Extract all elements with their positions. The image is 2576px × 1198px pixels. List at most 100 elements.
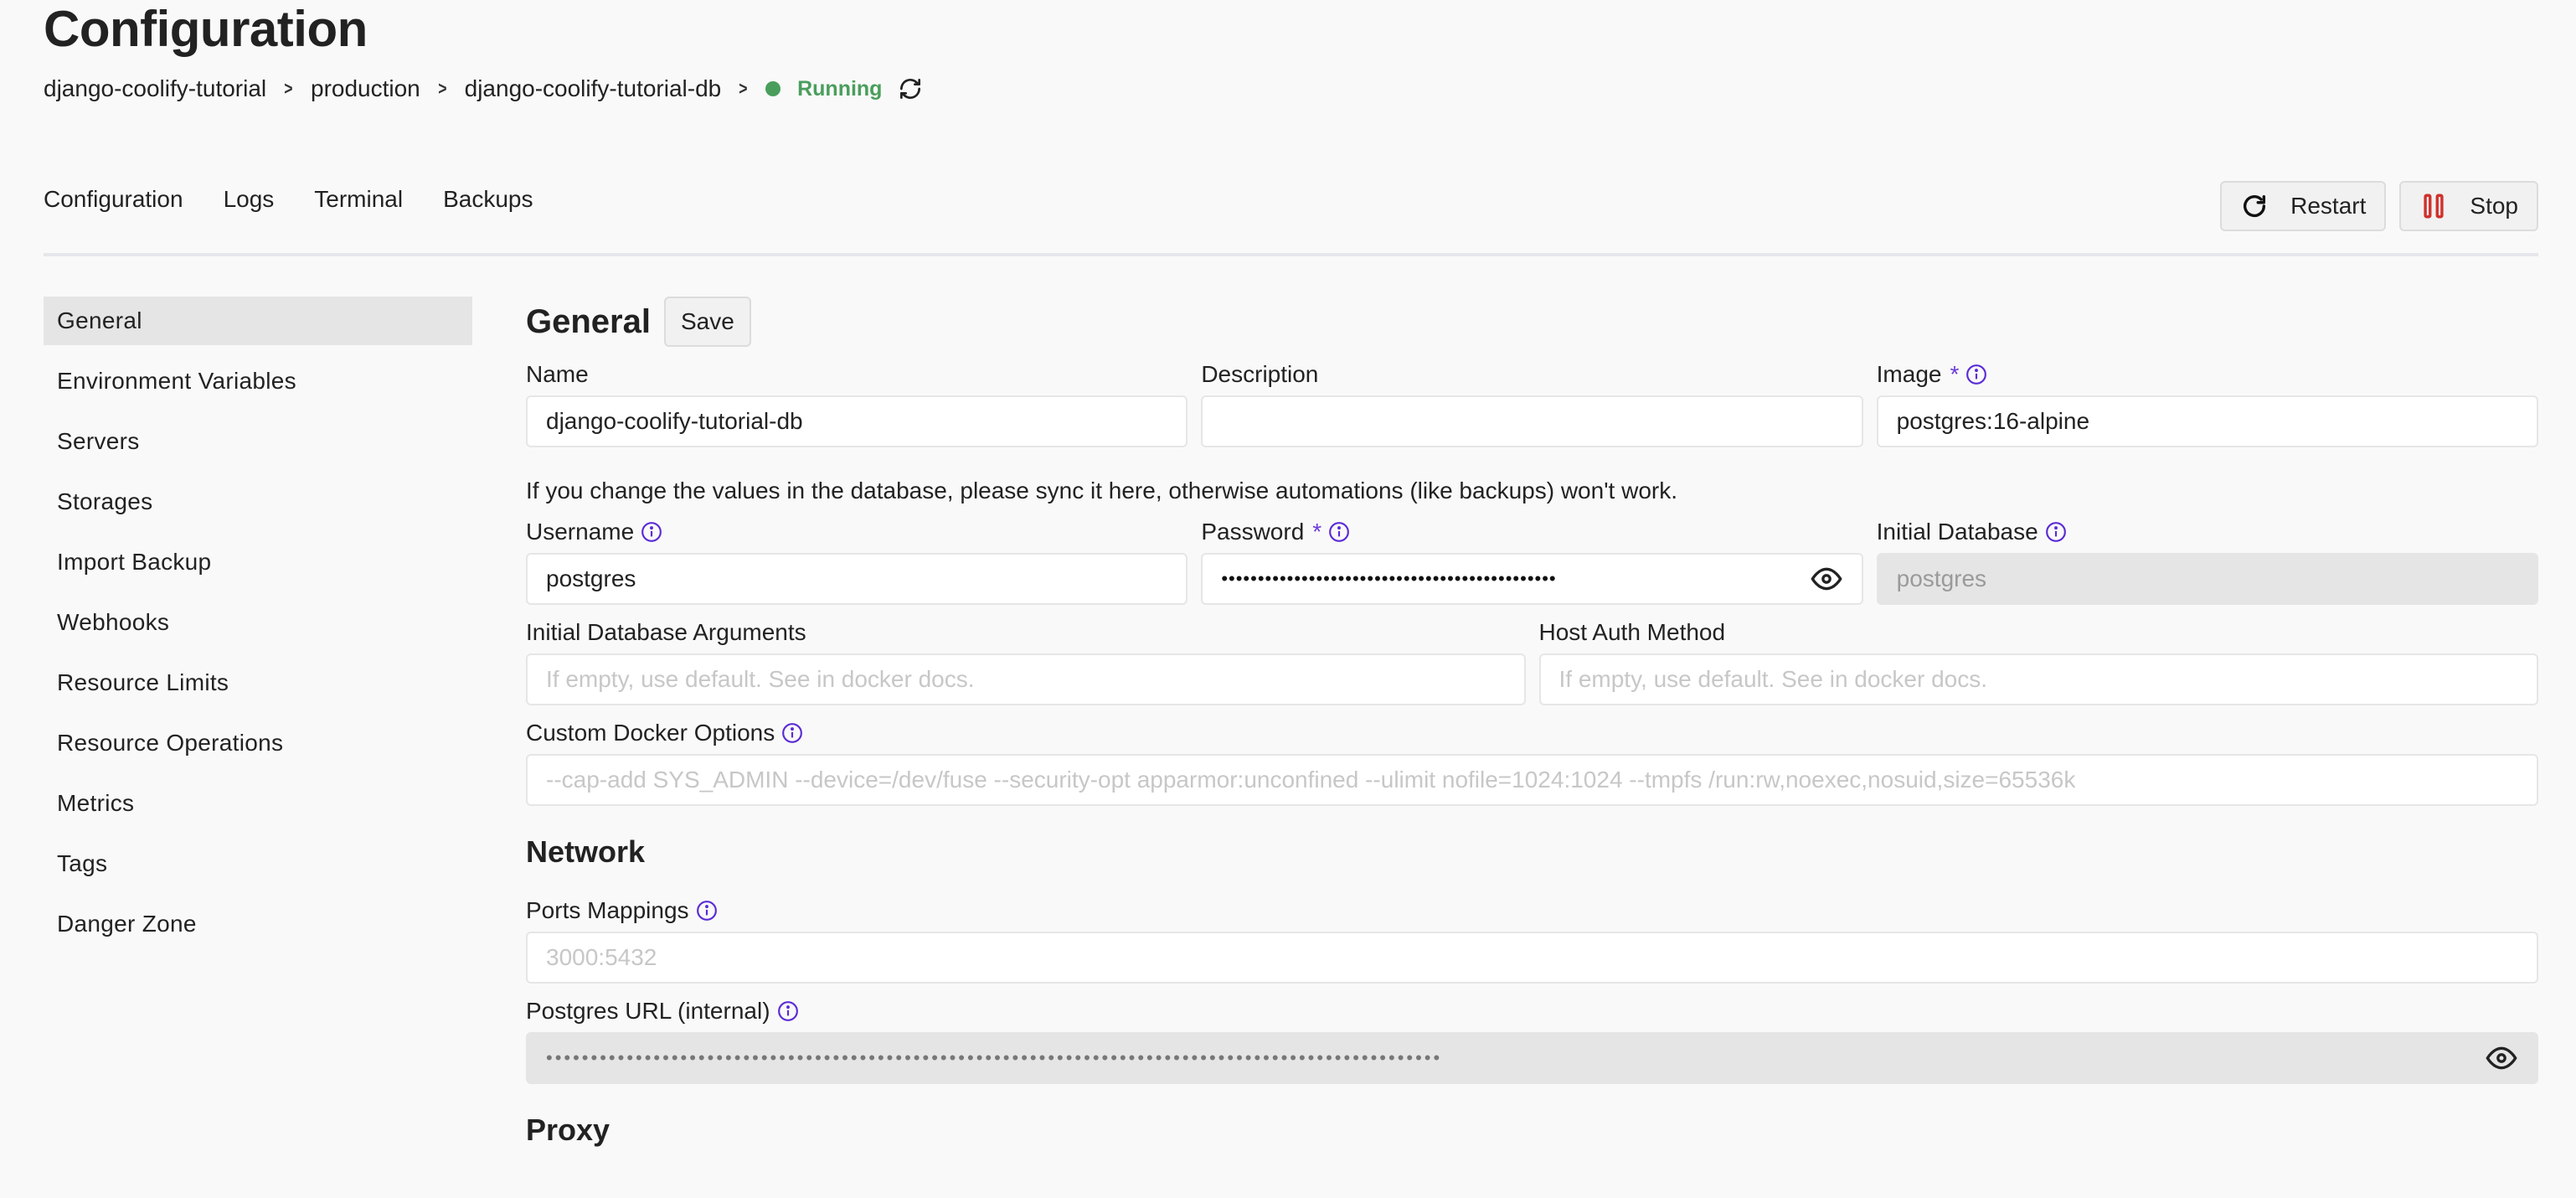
- info-icon[interactable]: [641, 521, 662, 543]
- sidebar-item-servers[interactable]: Servers: [44, 417, 472, 466]
- name-input[interactable]: django-coolify-tutorial-db: [526, 395, 1188, 447]
- restart-icon: [2240, 192, 2269, 220]
- info-icon[interactable]: [2045, 521, 2067, 543]
- chevron-right-icon: >: [739, 78, 748, 99]
- initial-database-label: Initial Database: [1877, 516, 2538, 548]
- required-marker: *: [1312, 519, 1322, 545]
- status-badge: Running: [797, 76, 883, 101]
- resource-actions: Restart Stop: [2220, 181, 2538, 231]
- postgres-url-label-text: Postgres URL (internal): [526, 998, 770, 1024]
- custom-docker-options-input[interactable]: --cap-add SYS_ADMIN --device=/dev/fuse -…: [526, 754, 2538, 806]
- password-label: Password *: [1201, 516, 1862, 548]
- initial-database-label-text: Initial Database: [1876, 519, 2038, 545]
- info-icon[interactable]: [1965, 364, 1987, 385]
- stop-button[interactable]: Stop: [2399, 181, 2538, 231]
- sidebar-item-environment-variables[interactable]: Environment Variables: [44, 357, 472, 405]
- host-auth-method-label: Host Auth Method: [1538, 619, 1726, 645]
- initial-db-args-input[interactable]: If empty, use default. See in docker doc…: [526, 653, 1526, 705]
- name-field: Name django-coolify-tutorial-db: [526, 359, 1188, 447]
- breadcrumb-project[interactable]: django-coolify-tutorial: [44, 75, 266, 102]
- row-credentials: Username postgres Password * •••••••••••…: [526, 516, 2538, 605]
- postgres-url-masked-value: ••••••••••••••••••••••••••••••••••••••••…: [546, 1047, 1443, 1068]
- password-field: Password * •••••••••••••••••••••••••••••…: [1201, 516, 1863, 605]
- breadcrumb-environment[interactable]: production: [311, 75, 420, 102]
- custom-docker-options-label: Custom Docker Options: [526, 717, 2538, 749]
- description-label: Description: [1201, 359, 1862, 390]
- status-dot-icon: [765, 81, 781, 96]
- section-title-general: General: [526, 302, 651, 340]
- save-button[interactable]: Save: [663, 297, 751, 347]
- custom-docker-options-label-text: Custom Docker Options: [526, 720, 775, 746]
- restart-button[interactable]: Restart: [2220, 181, 2387, 231]
- username-input[interactable]: postgres: [526, 553, 1188, 605]
- settings-sidebar: General Environment Variables Servers St…: [44, 297, 472, 960]
- sidebar-item-metrics[interactable]: Metrics: [44, 779, 472, 828]
- tab-configuration[interactable]: Configuration: [44, 186, 183, 213]
- name-label: Name: [526, 359, 1188, 390]
- page-title: Configuration: [44, 1, 368, 57]
- eye-icon[interactable]: [2485, 1041, 2518, 1075]
- sidebar-item-resource-limits[interactable]: Resource Limits: [44, 658, 472, 707]
- refresh-icon[interactable]: [897, 75, 924, 102]
- sidebar-item-import-backup[interactable]: Import Backup: [44, 538, 472, 586]
- description-input[interactable]: [1201, 395, 1863, 447]
- host-auth-method-field: Host Auth Method If empty, use default. …: [1538, 617, 2538, 705]
- section-title-network: Network: [526, 834, 646, 869]
- chevron-right-icon: >: [284, 78, 293, 99]
- info-icon[interactable]: [781, 722, 803, 744]
- ports-mappings-input[interactable]: 3000:5432: [526, 932, 2538, 984]
- breadcrumb-resource[interactable]: django-coolify-tutorial-db: [465, 75, 722, 102]
- description-label-text: Description: [1201, 361, 1319, 387]
- general-header: General Save: [526, 297, 2538, 347]
- initial-db-args-field: Initial Database Arguments If empty, use…: [526, 617, 1526, 705]
- tab-logs[interactable]: Logs: [224, 186, 275, 213]
- section-title-proxy: Proxy: [526, 1113, 611, 1147]
- image-label: Image *: [1877, 359, 2538, 390]
- password-input[interactable]: ••••••••••••••••••••••••••••••••••••••••…: [1201, 553, 1863, 605]
- sync-help-text: If you change the values in the database…: [526, 478, 1677, 503]
- required-marker: *: [1950, 361, 1960, 387]
- initial-database-field: Initial Database postgres: [1876, 516, 2538, 605]
- description-field: Description: [1201, 359, 1863, 447]
- ports-mappings-field: Ports Mappings 3000:5432: [526, 895, 2538, 984]
- tab-terminal[interactable]: Terminal: [314, 186, 403, 213]
- info-icon[interactable]: [1328, 521, 1350, 543]
- row-db-args: Initial Database Arguments If empty, use…: [526, 617, 2538, 705]
- breadcrumb: django-coolify-tutorial > production > d…: [44, 72, 924, 106]
- initial-db-args-label: Initial Database Arguments: [526, 619, 806, 645]
- tab-backups[interactable]: Backups: [443, 186, 533, 213]
- username-label: Username: [526, 516, 1188, 548]
- info-icon[interactable]: [777, 1000, 799, 1022]
- image-field: Image * postgres:16-alpine: [1876, 359, 2538, 447]
- postgres-url-label: Postgres URL (internal): [526, 995, 2538, 1027]
- username-field: Username postgres: [526, 516, 1188, 605]
- info-icon[interactable]: [696, 900, 718, 922]
- postgres-url-input[interactable]: ••••••••••••••••••••••••••••••••••••••••…: [526, 1032, 2538, 1084]
- custom-docker-options-field: Custom Docker Options --cap-add SYS_ADMI…: [526, 717, 2538, 806]
- sidebar-item-webhooks[interactable]: Webhooks: [44, 598, 472, 647]
- row-name-description-image: Name django-coolify-tutorial-db Descript…: [526, 359, 2538, 447]
- sidebar-item-danger-zone[interactable]: Danger Zone: [44, 900, 472, 948]
- password-masked-value: ••••••••••••••••••••••••••••••••••••••••…: [1221, 568, 1557, 589]
- image-input[interactable]: postgres:16-alpine: [1876, 395, 2538, 447]
- stop-label: Stop: [2470, 193, 2518, 219]
- ports-mappings-label-text: Ports Mappings: [526, 897, 689, 923]
- initial-database-input: postgres: [1876, 553, 2538, 605]
- postgres-url-field: Postgres URL (internal) ••••••••••••••••…: [526, 995, 2538, 1084]
- sidebar-item-tags[interactable]: Tags: [44, 839, 472, 888]
- name-label-text: Name: [526, 361, 589, 387]
- image-label-text: Image: [1876, 361, 1942, 387]
- sidebar-item-resource-operations[interactable]: Resource Operations: [44, 719, 472, 767]
- eye-icon[interactable]: [1810, 562, 1843, 596]
- restart-label: Restart: [2290, 193, 2367, 219]
- ports-mappings-label: Ports Mappings: [526, 895, 2538, 927]
- general-settings: General Save Name django-coolify-tutoria…: [526, 297, 2538, 1154]
- header-divider: [44, 253, 2538, 256]
- chevron-right-icon: >: [438, 78, 447, 99]
- username-label-text: Username: [526, 519, 635, 545]
- stop-icon: [2419, 192, 2448, 220]
- password-label-text: Password: [1201, 519, 1305, 545]
- host-auth-method-input[interactable]: If empty, use default. See in docker doc…: [1538, 653, 2538, 705]
- sidebar-item-general[interactable]: General: [44, 297, 472, 345]
- sidebar-item-storages[interactable]: Storages: [44, 478, 472, 526]
